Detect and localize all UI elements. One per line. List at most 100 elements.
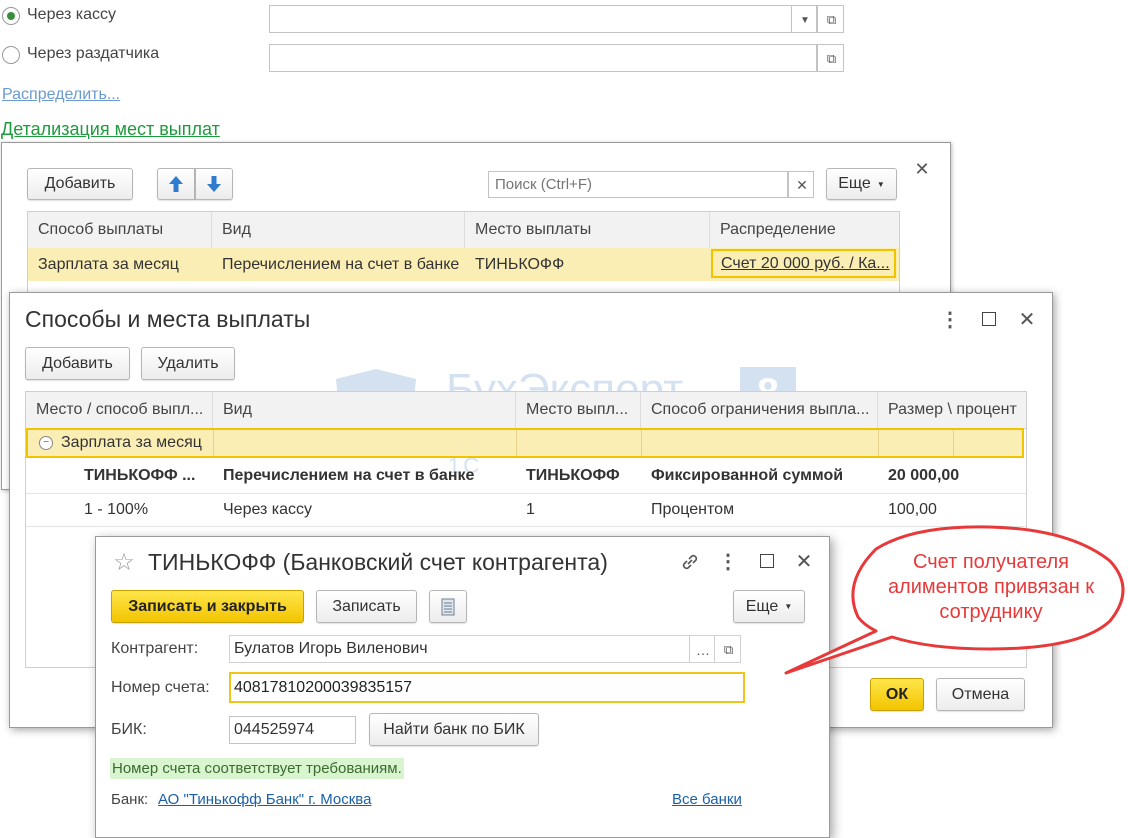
save-button[interactable]: Записать [316,590,417,623]
group-row-label: Зарплата за месяц [61,434,202,451]
kebab-menu-icon[interactable]: ⋮ [718,549,738,573]
row-amount: 100,00 [888,500,937,518]
row-place: ТИНЬКОФФ [475,255,565,273]
row-distribution-link[interactable]: Счет 20 000 руб. / Ка... [711,249,896,278]
open-window-icon: ⧉ [723,642,734,657]
details-close-button[interactable]: ✕ [912,159,932,179]
account-value: 40817810200039835157 [234,679,412,696]
column-header[interactable]: Место выпл... [516,392,641,428]
column-header[interactable]: Вид [212,212,465,248]
details-link[interactable]: Детализация мест выплат [1,119,220,140]
counterparty-field[interactable]: Булатов Игорь Виленович [229,635,690,663]
radio-dot [7,12,15,20]
bik-value: 044525974 [234,721,315,738]
arrow-up-icon [169,176,183,192]
radio-cashdesk[interactable] [2,7,20,25]
star-icon[interactable]: ☆ [111,549,137,576]
column-header[interactable]: Распределение [710,212,899,248]
arrow-down-icon [207,176,221,192]
radio-distributor[interactable] [2,46,20,64]
bank-link[interactable]: АО "Тинькофф Банк" г. Москва [158,791,371,808]
more-label: Еще [745,597,779,615]
distributor-open-button[interactable]: ⧉ [817,44,844,72]
distribution-link-text: Счет 20 000 руб. / Ка... [721,254,890,272]
row-amount: 20 000,00 [888,466,960,484]
details-add-button[interactable]: Добавить [27,168,133,200]
group-divider [516,430,517,456]
details-table-header: Способ выплаты Вид Место выплаты Распред… [28,212,899,249]
link-icon[interactable] [678,550,702,574]
group-divider [878,430,879,456]
details-table: Способ выплаты Вид Место выплаты Распред… [27,211,900,293]
radio-cashdesk-label: Через кассу [27,6,117,23]
group-divider [953,430,954,456]
group-divider [213,430,214,456]
open-window-icon: ⧉ [826,12,837,27]
maximize-icon[interactable] [758,552,776,570]
column-header[interactable]: Место / способ выпл... [26,392,213,428]
cashdesk-select[interactable] [269,5,817,33]
bik-field[interactable]: 044525974 [229,716,356,744]
radio-distributor-label: Через раздатчика [27,45,160,62]
find-bank-button[interactable]: Найти банк по БИК [369,713,539,746]
methods-table-header: Место / способ выпл... Вид Место выпл...… [26,392,1026,429]
maximize-icon[interactable] [980,310,998,328]
chevron-down-icon: ▼ [800,14,810,26]
group-row[interactable]: − Зарплата за месяц [26,428,1024,458]
methods-window-title: Способы и места выплаты [25,306,311,332]
open-window-icon: ⧉ [826,51,837,66]
row-limit: Процентом [651,500,735,518]
counterparty-value: Булатов Игорь Виленович [234,640,428,657]
account-field[interactable]: 40817810200039835157 [229,672,745,703]
collapse-icon[interactable]: − [39,436,53,450]
table-row[interactable]: Зарплата за месяц Перечислением на счет … [28,248,899,281]
counterparty-open-button[interactable]: ⧉ [714,635,741,663]
column-header[interactable]: Способ ограничения выпла... [641,392,878,428]
row-kind: Перечислением на счет в банке [222,255,460,273]
account-window: ☆ ТИНЬКОФФ (Банковский счет контрагента)… [95,536,830,838]
close-icon[interactable]: ✕ [1016,307,1038,331]
column-header[interactable]: Способ выплаты [28,212,212,248]
search-input[interactable] [488,171,788,198]
ok-button[interactable]: ОК [870,678,924,711]
details-more-button[interactable]: Еще ▼ [826,168,897,200]
chevron-down-icon: ▼ [876,179,885,189]
distribute-link[interactable]: Распределить... [2,86,120,104]
all-banks-link[interactable]: Все банки [672,791,742,808]
counterparty-select-button[interactable]: … [689,635,715,663]
group-divider [641,430,642,456]
row-place-method: 1 - 100% [84,500,149,518]
document-list-icon [441,598,455,615]
move-down-button[interactable] [195,168,233,200]
column-header[interactable]: Вид [213,392,516,428]
account-label: Номер счета: [111,679,210,696]
more-label: Еще [838,175,871,192]
cashdesk-dropdown-button[interactable]: ▼ [791,5,817,33]
cashdesk-open-button[interactable]: ⧉ [817,5,844,33]
counterparty-label: Контрагент: [111,640,199,657]
validation-message: Номер счета соответствует требованиям. [110,758,404,779]
report-button[interactable] [429,590,467,623]
table-row[interactable]: ТИНЬКОФФ ... Перечислением на счет в бан… [26,458,1026,494]
cancel-button[interactable]: Отмена [936,678,1025,711]
row-method: Зарплата за месяц [38,255,179,273]
search-clear-button[interactable]: ✕ [788,171,814,198]
row-place: ТИНЬКОФФ [526,466,620,484]
kebab-menu-icon[interactable]: ⋮ [940,307,960,331]
ellipsis-icon: … [696,642,710,658]
column-header[interactable]: Место выплаты [465,212,710,248]
save-close-button[interactable]: Записать и закрыть [111,590,304,623]
distributor-field[interactable] [269,44,817,72]
column-header[interactable]: Размер \ процент [878,392,1026,428]
methods-delete-button[interactable]: Удалить [141,347,235,380]
row-place-method: ТИНЬКОФФ ... [84,466,196,484]
clear-icon: ✕ [796,177,808,193]
methods-add-button[interactable]: Добавить [25,347,130,380]
move-up-button[interactable] [157,168,195,200]
row-limit: Фиксированной суммой [651,466,844,484]
row-place: 1 [526,500,535,518]
row-kind: Через кассу [223,500,313,518]
bik-label: БИК: [111,721,147,738]
row-kind: Перечислением на счет в банке [223,466,475,484]
table-row[interactable]: 1 - 100% Через кассу 1 Процентом 100,00 [26,493,1026,527]
